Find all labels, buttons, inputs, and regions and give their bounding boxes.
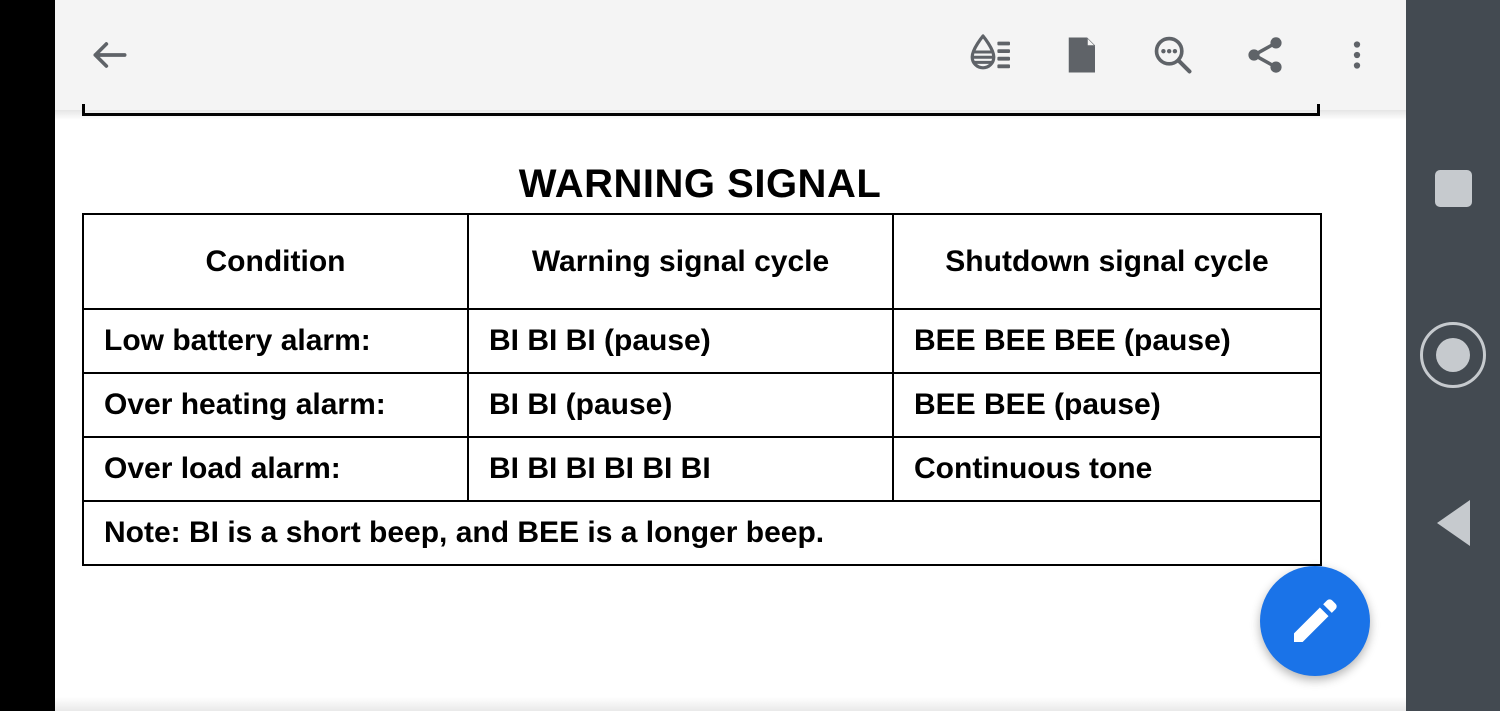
toolbar-action-group [960, 26, 1386, 84]
search-icon [1154, 36, 1192, 74]
cell-warning-cycle: BI BI BI BI BI BI [467, 436, 894, 502]
overflow-menu-button[interactable] [1328, 26, 1386, 84]
search-button[interactable] [1144, 26, 1202, 84]
back-arrow-icon [93, 42, 127, 68]
column-header-warning-signal-cycle: Warning signal cycle [467, 213, 894, 310]
cell-condition: Over load alarm: [82, 436, 469, 502]
page-bottom-strip [55, 697, 1406, 711]
cell-shutdown-cycle: BEE BEE BEE (pause) [892, 308, 1322, 374]
page-mode-button[interactable] [1052, 26, 1110, 84]
square-icon [1434, 169, 1472, 207]
cell-warning-cycle: BI BI BI (pause) [467, 308, 894, 374]
table-row: Over heating alarm: BI BI (pause) BEE BE… [82, 372, 1322, 438]
theme-button[interactable] [960, 26, 1018, 84]
table-note: Note: BI is a short beep, and BEE is a l… [82, 500, 1322, 566]
warning-signal-table: Condition Warning signal cycle Shutdown … [82, 213, 1322, 566]
page-title: WARNING SIGNAL [518, 162, 882, 206]
page-icon [1068, 37, 1096, 73]
screen: WARNING SIGNAL Condition Warning signal … [0, 0, 1500, 711]
table-row: Low battery alarm: BI BI BI (pause) BEE … [82, 308, 1322, 374]
triangle-icon [1436, 500, 1470, 546]
cell-condition: Low battery alarm: [82, 308, 469, 374]
cell-warning-cycle: BI BI (pause) [467, 372, 894, 438]
previous-table-bottom-edge [82, 104, 1320, 116]
table-row: Over load alarm: BI BI BI BI BI BI Conti… [82, 436, 1322, 502]
column-header-condition: Condition [82, 213, 469, 310]
toolbar-left-group [81, 26, 139, 84]
pencil-icon [1294, 599, 1337, 642]
device-bezel-left [0, 0, 55, 711]
cell-shutdown-cycle: Continuous tone [892, 436, 1322, 502]
back-button[interactable] [81, 26, 139, 84]
table-header-row: Condition Warning signal cycle Shutdown … [82, 213, 1322, 310]
cell-shutdown-cycle: BEE BEE (pause) [892, 372, 1322, 438]
document-viewer-app: WARNING SIGNAL Condition Warning signal … [55, 0, 1406, 711]
share-icon [1248, 37, 1282, 73]
table-note-row: Note: BI is a short beep, and BEE is a l… [82, 500, 1322, 566]
overflow-icon [1353, 41, 1361, 69]
nav-home-button[interactable] [1406, 308, 1500, 402]
nav-back-button[interactable] [1406, 476, 1500, 570]
nav-recents-button[interactable] [1406, 141, 1500, 235]
app-toolbar [55, 0, 1406, 110]
theme-icon [970, 34, 1010, 70]
android-navigation-bar [1406, 0, 1500, 711]
share-button[interactable] [1236, 26, 1294, 84]
column-header-shutdown-signal-cycle: Shutdown signal cycle [892, 213, 1322, 310]
document-page[interactable]: WARNING SIGNAL Condition Warning signal … [55, 104, 1406, 711]
cell-condition: Over heating alarm: [82, 372, 469, 438]
circle-icon [1420, 322, 1486, 388]
edit-fab-button[interactable] [1260, 566, 1370, 676]
